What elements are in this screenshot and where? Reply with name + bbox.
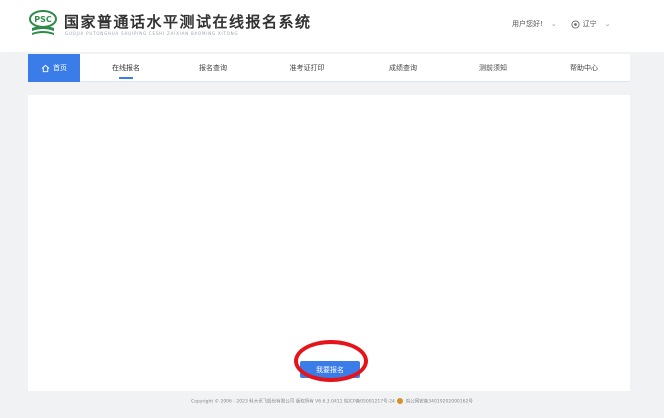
- highlight-annotation: [294, 340, 368, 382]
- header: PSC 国家普通话水平测试在线报名系统 GUOJIA PUTONGHUA SHU…: [0, 0, 664, 52]
- nav-active-underline: [119, 77, 133, 79]
- footer-security-record[interactable]: 皖公网安备34019202000162号: [406, 400, 473, 405]
- region-selector[interactable]: 辽宁 ⌄: [571, 19, 611, 29]
- footer: Copyright © 2006 - 2023 科大讯飞股份有限公司 版权所有 …: [0, 398, 664, 405]
- nav-item-label: 在线报名: [112, 64, 140, 72]
- nav-item-label: 准考证打印: [289, 64, 325, 72]
- nav-item-test-notice[interactable]: 测前须知: [479, 54, 507, 82]
- chevron-down-icon[interactable]: ⌄: [551, 20, 557, 28]
- nav-item-registration-query[interactable]: 报名查询: [199, 54, 227, 82]
- site-title: 国家普通话水平测试在线报名系统: [64, 13, 312, 31]
- region-label: 辽宁: [582, 20, 597, 28]
- nav-item-label: 帮助中心: [570, 64, 598, 72]
- user-greeting[interactable]: 用户您好!: [512, 19, 543, 29]
- logo-text: PSC: [34, 15, 52, 24]
- nav-item-online-registration[interactable]: 在线报名: [112, 54, 140, 82]
- footer-copyright: Copyright © 2006 - 2023 科大讯飞股份有限公司 版权所有 …: [191, 399, 395, 405]
- psc-logo-icon[interactable]: PSC: [28, 8, 58, 38]
- nav-item-label: 测前须知: [479, 64, 507, 72]
- user-area: 用户您好! ⌄ 辽宁 ⌄: [512, 19, 611, 29]
- nav-item-score-query[interactable]: 成绩查询: [389, 54, 417, 82]
- nav-item-label: 报名查询: [199, 64, 227, 72]
- police-badge-icon: [397, 398, 404, 404]
- main-nav: 首页 在线报名 报名查询 准考证打印 成绩查询 测前须知 帮助中心: [28, 54, 630, 82]
- nav-item-help-center[interactable]: 帮助中心: [570, 54, 598, 82]
- nav-home[interactable]: 首页: [28, 54, 80, 82]
- nav-home-label: 首页: [53, 64, 67, 72]
- home-icon: [41, 64, 50, 72]
- site-subtitle: GUOJIA PUTONGHUA SHUIPING CESHI ZAIXIAN …: [65, 31, 239, 36]
- nav-item-label: 成绩查询: [389, 64, 417, 72]
- location-pin-icon: [571, 19, 580, 29]
- region-chevron-down-icon: ⌄: [604, 20, 611, 28]
- nav-item-admission-ticket[interactable]: 准考证打印: [290, 54, 325, 82]
